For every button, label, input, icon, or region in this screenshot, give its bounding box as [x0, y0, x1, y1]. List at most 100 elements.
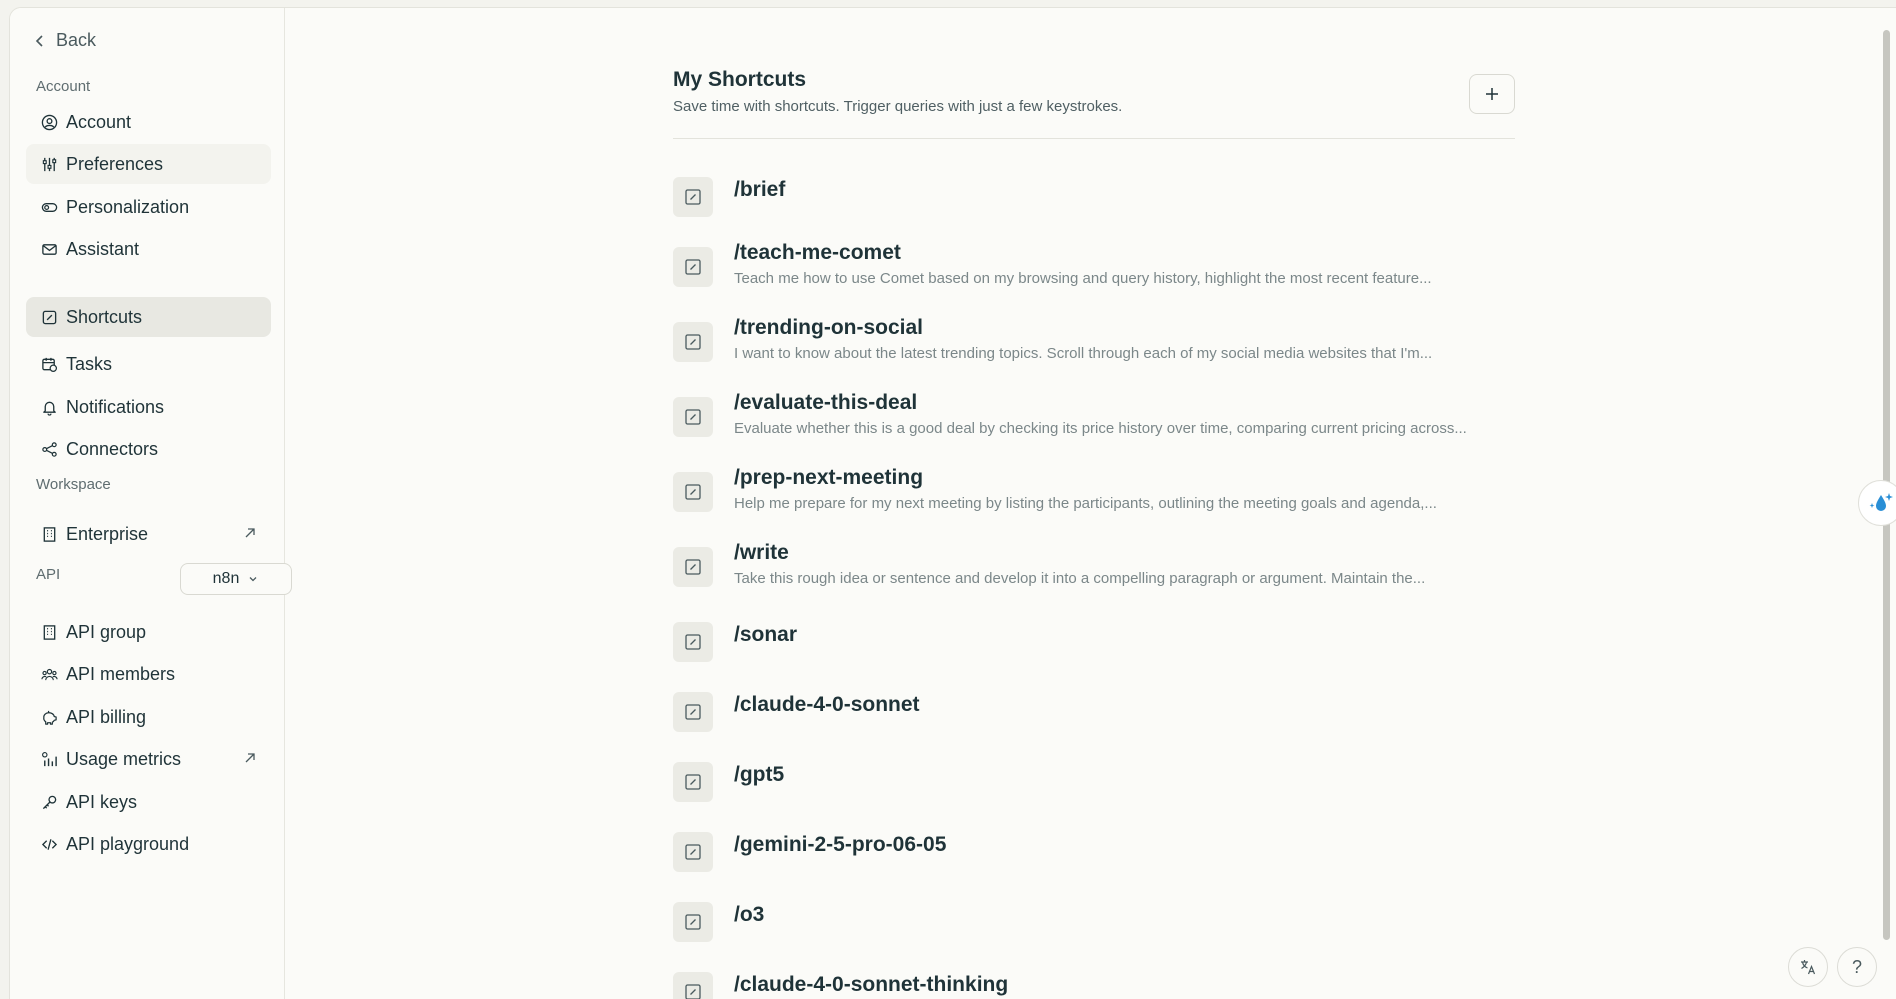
sidebar-item-account[interactable]: Account [26, 102, 271, 142]
shortcut-name: /trending-on-social [734, 316, 923, 339]
shortcut-icon [685, 844, 701, 860]
sidebar-item-assistant[interactable]: Assistant [26, 229, 271, 269]
help-button[interactable]: ? [1837, 947, 1877, 987]
building-icon [40, 623, 58, 641]
translate-button[interactable] [1788, 947, 1828, 987]
sidebar-item-label: API group [66, 621, 147, 642]
shortcut-row[interactable]: /sonar [673, 618, 1515, 678]
shortcut-icon [685, 704, 701, 720]
shortcut-row[interactable]: /teach-me-comet Teach me how to use Comet… [673, 241, 1515, 303]
shortcut-icon-box [673, 247, 713, 287]
shortcut-description: Teach me how to use Comet based on my br… [734, 270, 1432, 287]
sidebar-item-connectors[interactable]: Connectors [26, 429, 271, 469]
sidebar-item-label: API members [66, 663, 176, 684]
shortcut-row[interactable]: /evaluate-this-deal Evaluate whether this… [673, 391, 1515, 453]
sidebar-item-label: Account [66, 111, 132, 132]
sidebar-item-label: Assistant [66, 238, 140, 259]
shortcut-icon [685, 914, 701, 930]
sidebar-item-label: Preferences [66, 153, 164, 174]
sidebar: Back Account Account Preferences Persona… [10, 8, 292, 999]
shortcut-icon [685, 409, 701, 425]
shortcut-icon-box [673, 972, 713, 999]
shortcut-icon [40, 308, 58, 326]
code-icon [40, 835, 58, 853]
shortcut-name: /write [734, 541, 789, 564]
shortcut-name: /sonar [734, 623, 798, 646]
api-group-select[interactable]: n8n [180, 563, 292, 595]
sidebar-item-api-keys[interactable]: API keys [26, 782, 271, 822]
sidebar-item-label: Notifications [66, 396, 165, 417]
shortcut-row[interactable]: /gpt5 [673, 758, 1515, 818]
add-shortcut-button[interactable] [1469, 74, 1515, 114]
shortcut-icon [685, 334, 701, 350]
shortcut-icon-box [673, 902, 713, 942]
toggle-icon [40, 198, 58, 216]
shortcut-name: /teach-me-comet [734, 241, 901, 264]
chevron-down-icon [249, 577, 257, 582]
help-label: ? [1851, 956, 1862, 977]
shortcut-icon-box [673, 322, 713, 362]
shortcut-row[interactable]: /brief [673, 173, 1515, 233]
sidebar-item-label: Personalization [66, 196, 190, 217]
building-icon [40, 525, 58, 543]
sidebar-item-preferences[interactable]: Preferences [26, 144, 271, 184]
shortcut-icon [685, 259, 701, 275]
page-title: My Shortcuts [673, 68, 807, 91]
shortcut-name: /o3 [734, 903, 765, 926]
section-label-workspace: Workspace [36, 476, 111, 493]
sidebar-item-notifications[interactable]: Notifications [26, 387, 271, 427]
translate-icon [1801, 960, 1816, 975]
shortcut-description: Take this rough idea or sentence and dev… [734, 570, 1426, 587]
sidebar-item-label: Usage metrics [66, 748, 182, 769]
sidebar-item-label: Shortcuts [66, 306, 143, 327]
shortcut-name: /claude-4-0-sonnet [734, 693, 920, 716]
sidebar-item-api-playground[interactable]: API playground [26, 824, 271, 864]
shortcut-icon-box [673, 762, 713, 802]
section-label-account: Account [36, 78, 91, 95]
shortcut-description: I want to know about the latest trending… [734, 345, 1433, 362]
shortcut-icon-box [673, 622, 713, 662]
shortcut-icon-box [673, 397, 713, 437]
shortcut-row[interactable]: /prep-next-meeting Help me prepare for my… [673, 466, 1515, 528]
shortcut-icon-box [673, 692, 713, 732]
chevron-left-icon [35, 34, 43, 47]
sidebar-item-label: Connectors [66, 438, 159, 459]
shortcut-row[interactable]: /trending-on-social I want to know about … [673, 316, 1515, 378]
shortcut-icon [685, 984, 701, 999]
sidebar-item-api-members[interactable]: API members [26, 654, 271, 694]
bar-chart-icon [40, 750, 58, 768]
piggy-bank-icon [40, 708, 58, 726]
bell-icon [40, 398, 58, 416]
users-icon [40, 665, 58, 683]
shortcut-icon-box [673, 177, 713, 217]
sidebar-item-personalization[interactable]: Personalization [26, 187, 271, 227]
sidebar-item-api-group[interactable]: API group [26, 612, 271, 652]
api-select-value: n8n [212, 570, 240, 587]
sidebar-item-shortcuts[interactable]: Shortcuts [26, 297, 271, 337]
shortcut-row[interactable]: /o3 [673, 898, 1515, 958]
shortcut-row[interactable]: /gemini-2-5-pro-06-05 [673, 828, 1515, 888]
sidebar-item-api-billing[interactable]: API billing [26, 697, 271, 737]
shortcut-row[interactable]: /write Take this rough idea or sentence a… [673, 541, 1515, 603]
back-button[interactable]: Back [34, 30, 96, 51]
external-link-icon [245, 753, 255, 763]
calendar-clock-icon [40, 355, 58, 373]
shortcut-row[interactable]: /claude-4-0-sonnet-thinking [673, 968, 1515, 999]
shortcut-name: /claude-4-0-sonnet-thinking [734, 973, 1009, 996]
shortcut-row[interactable]: /claude-4-0-sonnet [673, 688, 1515, 748]
sidebar-item-usage-metrics[interactable]: Usage metrics [26, 739, 271, 779]
shortcut-name: /gemini-2-5-pro-06-05 [734, 833, 947, 856]
user-circle-icon [40, 113, 58, 131]
shortcut-icon [685, 634, 701, 650]
mail-icon [40, 240, 58, 258]
shortcut-icon-box [673, 547, 713, 587]
plus-icon [1486, 88, 1498, 100]
shortcut-description: Evaluate whether this is a good deal by … [734, 420, 1467, 437]
sidebar-item-label: Enterprise [66, 523, 149, 544]
assistant-float-button[interactable] [1858, 480, 1896, 526]
sidebar-item-tasks[interactable]: Tasks [26, 344, 271, 384]
sidebar-item-enterprise[interactable]: Enterprise [26, 514, 271, 554]
sidebar-item-label: Tasks [66, 353, 113, 374]
key-icon [40, 793, 58, 811]
shortcut-icon-box [673, 832, 713, 872]
